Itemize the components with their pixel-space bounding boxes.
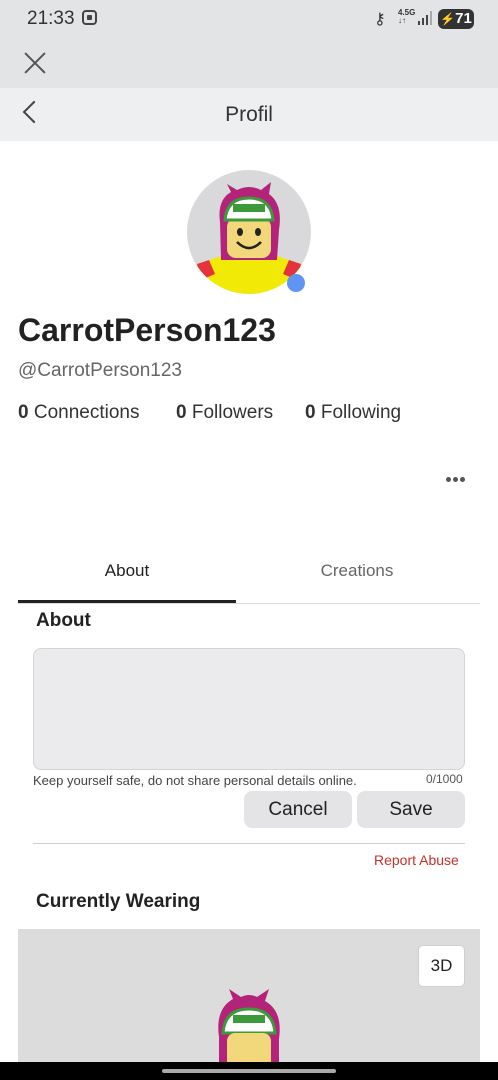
status-bar: 21:33 ⚷ 4.5G ↓↑ ⚡71 [0,0,498,38]
character-count: 0/1000 [426,772,463,786]
network-type: 4.5G ↓↑ [398,8,416,25]
battery-icon: ⚡71 [438,9,474,29]
tab-creations[interactable]: Creations [248,561,466,581]
profile-tabs: About Creations [18,553,480,604]
close-bar [0,38,498,88]
report-abuse-link[interactable]: Report Abuse [374,852,459,868]
online-status-indicator [287,274,305,292]
display-name: CarrotPerson123 [18,312,276,348]
username: @CarrotPerson123 [18,360,182,381]
active-tab-indicator [18,600,236,603]
cancel-button[interactable]: Cancel [244,791,352,828]
home-indicator[interactable] [162,1069,336,1073]
view-3d-button[interactable]: 3D [418,945,465,987]
divider [33,843,465,844]
save-button[interactable]: Save [357,791,465,828]
connections-stat[interactable]: 0 Connections [18,402,139,424]
currently-wearing-heading: Currently Wearing [36,891,201,912]
safety-note: Keep yourself safe, do not share persona… [33,773,357,788]
tab-about[interactable]: About [18,561,236,581]
avatar-preview-panel[interactable]: 3D [18,929,480,1070]
signal-icon [418,11,434,25]
about-textarea[interactable] [33,648,465,770]
header-bar: Profil [0,88,498,141]
about-heading: About [36,610,91,631]
status-time: 21:33 [27,8,75,29]
following-stat[interactable]: 0 Following [305,402,401,424]
page-title: Profil [225,103,273,126]
vpn-key-icon: ⚷ [374,11,386,28]
followers-stat[interactable]: 0 Followers [176,402,273,424]
avatar-preview-image [218,989,280,1070]
screenshot-icon [82,10,97,25]
more-options-icon[interactable] [444,474,468,486]
close-icon[interactable] [22,50,48,76]
